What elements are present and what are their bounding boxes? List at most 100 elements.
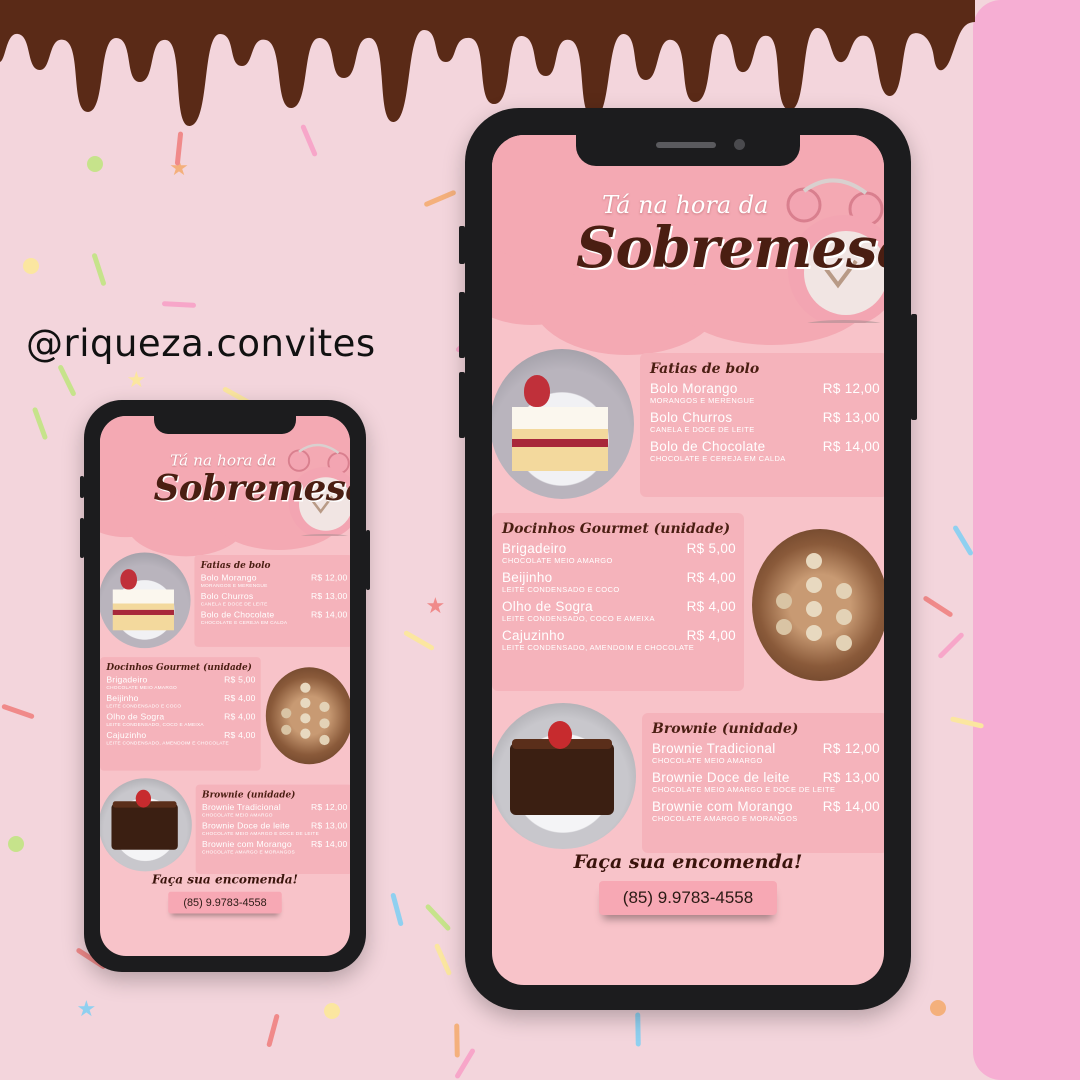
menu-title: Sobremesa: [153, 467, 350, 510]
speaker: [656, 142, 716, 148]
item-price: R$ 4,00: [224, 730, 256, 741]
item-price: R$ 13,00: [822, 770, 880, 785]
item-price: R$ 5,00: [224, 674, 256, 685]
phone-number-button[interactable]: (85) 9.9783-4558: [599, 881, 777, 915]
bonbons-photo: [752, 529, 884, 681]
item-name: Brownie Tradicional: [202, 802, 281, 813]
menu-item: Bolo Morango R$ 12,00: [650, 381, 880, 396]
item-description: CANELA E DOCE DE LEITE: [200, 600, 268, 607]
menu-item: Brigadeiro R$ 5,00: [106, 675, 255, 685]
item-description: MORANGOS E MERENGUE: [650, 396, 755, 405]
item-description: CHOCOLATE AMARGO E MORANGOS: [202, 849, 295, 855]
sprinkle: [0, 703, 35, 720]
item-price: R$ 12,00: [822, 741, 880, 756]
sprinkle: [434, 943, 453, 977]
menu-item: Brigadeiro R$ 5,00: [502, 541, 736, 556]
menu-item: Olho de Sogra R$ 4,00: [106, 712, 255, 722]
cake-layer: [512, 447, 608, 471]
item-price: R$ 13,00: [822, 410, 880, 425]
item-description: CHOCOLATE MEIO AMARGO: [652, 756, 763, 765]
item-price: R$ 14,00: [310, 609, 348, 620]
sprinkle: [31, 406, 49, 441]
section-card: Fatias de bolo Bolo Morango R$ 12,00 MORAN…: [194, 555, 350, 647]
item-price: R$ 4,00: [686, 570, 736, 585]
item-name: Cajuzinho: [502, 628, 565, 643]
phone-small: Tá na hora da Sobremesa Fatias de bolo B…: [80, 400, 370, 972]
cake-layer: [512, 439, 608, 447]
sprinkle: [266, 1013, 280, 1048]
sprinkle: [937, 631, 965, 660]
item-name: Olho de Sogra: [502, 599, 593, 614]
item-name: Brownie Tradicional: [652, 741, 776, 756]
item-description: CHOCOLATE E CEREJA EM CALDA: [200, 619, 288, 626]
menu-item: Bolo Churros R$ 13,00: [650, 410, 880, 425]
item-name: Beijinho: [502, 570, 553, 585]
right-accent-strip: [973, 0, 1080, 1080]
sprinkle: [90, 252, 107, 287]
sprinkle: [161, 301, 196, 308]
section-title: Brownie (unidade): [202, 789, 296, 800]
item-description: CHOCOLATE E CEREJA EM CALDA: [650, 454, 786, 463]
sprinkle: [952, 524, 975, 557]
item-description: CHOCOLATE MEIO AMARGO: [202, 812, 273, 818]
sprinkle-dot: [8, 836, 25, 853]
side-button: [80, 476, 84, 498]
item-description: LEITE CONDENSADO E COCO: [106, 703, 182, 709]
item-price: R$ 12,00: [310, 802, 348, 813]
cake-layer: [512, 407, 608, 429]
menu-title: Sobremesa: [576, 215, 884, 281]
item-name: Cajuzinho: [106, 730, 147, 741]
dessert-menu: Tá na hora da Sobremesa Fatias de bolo B…: [100, 416, 350, 956]
sprinkle: [57, 364, 77, 398]
strawberry: [135, 789, 152, 808]
sprinkle-dot: [86, 155, 103, 172]
section-title: Fatias de bolo: [200, 560, 271, 571]
item-name: Brownie Doce de leite: [202, 821, 290, 831]
section-card: Fatias de bolo Bolo Morango R$ 12,00 MORAN…: [640, 353, 884, 497]
item-description: LEITE CONDENSADO E COCO: [502, 585, 620, 594]
menu-item: Bolo Churros R$ 13,00: [201, 591, 348, 601]
dessert-menu: Tá na hora da Sobremesa Fatias de bolo B…: [492, 135, 884, 985]
menu-item: Cajuzinho R$ 4,00: [502, 628, 736, 643]
item-description: CHOCOLATE MEIO AMARGO E DOCE DE LEITE: [202, 830, 320, 837]
menu-item: Brownie Tradicional R$ 12,00: [652, 741, 880, 756]
item-name: Brigadeiro: [502, 541, 567, 556]
item-description: LEITE CONDENSADO, COCO E AMEIXA: [106, 721, 204, 728]
strawberry: [120, 569, 137, 590]
item-price: R$ 12,00: [822, 381, 880, 396]
item-description: LEITE CONDENSADO, AMENDOIM E CHOCOLATE: [502, 643, 695, 652]
bonbon: [300, 682, 311, 693]
camera: [734, 139, 745, 150]
cake-layer: [112, 589, 174, 604]
section-title: Docinhos Gourmet (unidade): [106, 662, 252, 673]
item-price: R$ 14,00: [822, 799, 880, 814]
sprinkle: [922, 595, 954, 618]
order-title: Faça sua encomenda!: [573, 851, 803, 873]
item-description: MORANGOS E MERENGUE: [200, 582, 268, 589]
notch: [576, 132, 800, 166]
section-title: Brownie (unidade): [652, 721, 799, 737]
item-name: Brownie com Morango: [652, 799, 793, 814]
strawberry: [548, 721, 572, 749]
side-button: [459, 226, 465, 264]
cake-layer: [112, 614, 174, 631]
menu-item: Brownie Doce de leite R$ 13,00: [202, 821, 347, 831]
side-button: [80, 518, 84, 558]
section-card: Docinhos Gourmet (unidade) Brigadeiro R$ …: [100, 657, 261, 771]
item-price: R$ 13,00: [310, 591, 348, 601]
menu-item: Beijinho R$ 4,00: [502, 570, 736, 585]
section-card: Docinhos Gourmet (unidade) Brigadeiro R$ …: [492, 513, 744, 691]
item-name: Bolo Morango: [650, 381, 738, 396]
menu-item: Brownie com Morango R$ 14,00: [652, 799, 880, 814]
item-name: Brownie com Morango: [202, 839, 292, 850]
menu-item: Cajuzinho R$ 4,00: [106, 730, 255, 740]
brownie-photo: [100, 778, 192, 872]
sprinkle: [389, 892, 404, 927]
item-description: LEITE CONDENSADO, COCO E AMEIXA: [502, 614, 655, 623]
item-name: Brownie Doce de leite: [652, 770, 790, 785]
menu-item: Brownie Doce de leite R$ 13,00: [652, 770, 880, 785]
item-description: CANELA E DOCE DE LEITE: [650, 425, 755, 434]
canvas: ★ ★ ★ ★ @riqueza.convites Tá na hora da Sob…: [0, 0, 1080, 1080]
phone-number-button[interactable]: (85) 9.9783-4558: [168, 891, 282, 914]
sprinkle: [423, 189, 458, 208]
